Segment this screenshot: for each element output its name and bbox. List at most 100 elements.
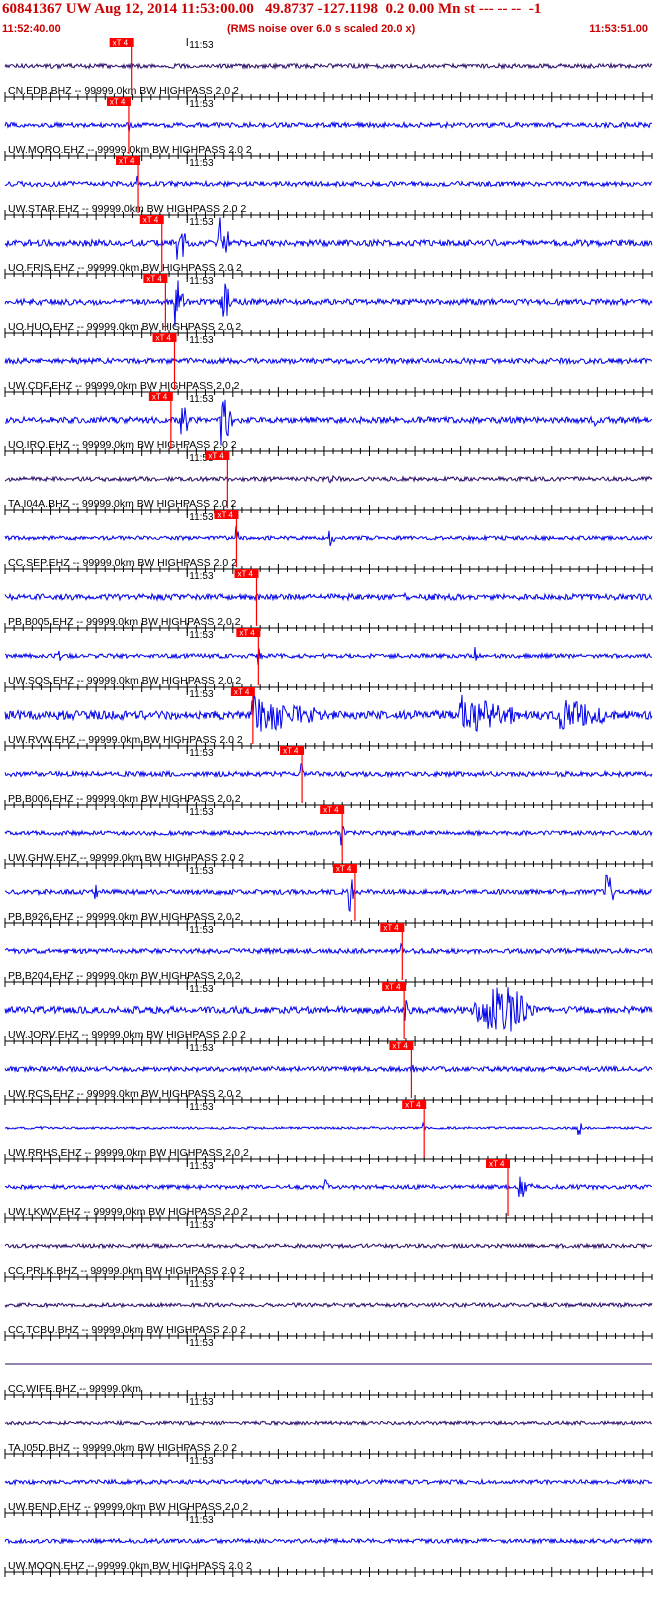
minute-label: 11:53 (189, 1279, 214, 1290)
waveform-trace (4, 474, 653, 484)
pick-label: xT 4 (234, 688, 250, 697)
station-label: PB.B926.EHZ -- 99999.0km BW HIGHPASS 2.0… (8, 911, 241, 923)
minute-label: 11:53 (189, 748, 214, 759)
pick-label: xT 4 (155, 334, 171, 343)
station-label: UW.LKWV.EHZ -- 99999.0km BW HIGHPASS 2.0… (8, 1206, 248, 1218)
station-label: UW.STAR.EHZ -- 99999.0km BW HIGHPASS 2.0… (8, 203, 246, 215)
waveform-trace (4, 61, 653, 71)
minute-label: 11:53 (189, 99, 214, 110)
minute-label: 11:53 (189, 1220, 214, 1231)
waveform-trace (4, 280, 653, 327)
seismogram-plot: 11:53 CN.EDB.BHZ -- 99999.0km BW HIGHPASS… (4, 38, 653, 1577)
pick-label: xT 4 (239, 629, 255, 638)
minute-label: 11:53 (189, 866, 214, 877)
station-label: UW.GHW.EHZ -- 99999.0km BW HIGHPASS 2.0 … (8, 852, 244, 864)
station-label: UW.RRHS.EHZ -- 99999.0km BW HIGHPASS 2.0… (8, 1147, 249, 1159)
station-label: PB.B005.EHZ -- 99999.0km BW HIGHPASS 2.0… (8, 616, 241, 628)
waveform-trace (4, 120, 653, 133)
pick-label: xT 4 (392, 1042, 408, 1051)
pick-label: xT 4 (283, 747, 299, 756)
station-label: UW.MOON.EHZ -- 99999.0km BW HIGHPASS 2.0… (8, 1560, 252, 1572)
minute-label: 11:53 (189, 571, 214, 582)
end-time-label: 11:53:51.00 (589, 23, 648, 35)
minute-label: 11:53 (189, 394, 214, 405)
minute-label: 11:53 (189, 807, 214, 818)
waveform-trace (4, 175, 653, 189)
pick-label: xT 4 (489, 1160, 505, 1169)
waveform-trace (4, 356, 653, 366)
pick-label: xT 4 (385, 983, 401, 992)
waveform-trace (4, 874, 653, 913)
minute-label: 11:53 (189, 1338, 214, 1349)
pick-label: xT 4 (143, 216, 159, 225)
pick-label: xT 4 (383, 924, 399, 933)
waveform-trace (4, 591, 653, 602)
station-label: UO.HUO.EHZ -- 99999.0km BW HIGHPASS 2.0 … (8, 321, 241, 333)
minute-label: 11:53 (189, 512, 214, 523)
waveform-trace (4, 763, 653, 779)
pick-label: xT 4 (336, 865, 352, 874)
waveform-trace (4, 1121, 653, 1135)
minute-label: 11:53 (189, 1397, 214, 1408)
station-label: CC.WIFE.BHZ -- 99999.0km (8, 1383, 141, 1395)
minute-label: 11:53 (189, 925, 214, 936)
minute-label: 11:53 (189, 40, 214, 51)
station-label: UW.BEND.EHZ -- 99999.0km BW HIGHPASS 2.0… (8, 1501, 248, 1513)
waveform-trace (4, 1477, 653, 1487)
minute-label: 11:53 (189, 984, 214, 995)
station-label: CC.SEP.EHZ -- 99999.0km BW HIGHPASS 2.0 … (8, 557, 237, 569)
station-label: PB.B006.EHZ -- 99999.0km BW HIGHPASS 2.0… (8, 793, 241, 805)
pick-label: xT 4 (110, 98, 126, 107)
minute-label: 11:53 (189, 1043, 214, 1054)
minute-label: 11:53 (189, 158, 214, 169)
station-label: UW.RCS.EHZ -- 99999.0km BW HIGHPASS 2.0 … (8, 1088, 241, 1100)
minute-label: 11:53 (189, 217, 214, 228)
waveform-trace (4, 647, 652, 666)
station-label: UW.JORV.EHZ -- 99999.0km BW HIGHPASS 2.0… (8, 1029, 246, 1041)
event-title: 60841367 UW Aug 12, 2014 11:53:00.00 49.… (2, 1, 542, 17)
minute-label: 11:53 (189, 630, 214, 641)
station-label: TA.I05D.BHZ -- 99999.0km BW HIGHPASS 2.0… (8, 1442, 237, 1454)
station-label: TA.I04A.BHZ -- 99999.0km BW HIGHPASS 2.0… (8, 498, 237, 510)
waveform-trace (4, 825, 653, 846)
station-label: UW.MORO.EHZ -- 99999.0km BW HIGHPASS 2.0… (8, 144, 252, 156)
minute-label: 11:53 (189, 335, 214, 346)
station-label: CC.TCBU.BHZ -- 99999.0km BW HIGHPASS 2.0… (8, 1324, 246, 1336)
station-label: UW.RVW.EHZ -- 99999.0km BW HIGHPASS 2.0 … (8, 734, 243, 746)
pick-label: xT 4 (152, 393, 168, 402)
minute-label: 11:53 (189, 689, 214, 700)
pick-label: xT 4 (113, 39, 129, 48)
station-label: PB.B204.EHZ -- 99999.0km BW HIGHPASS 2.0… (8, 970, 241, 982)
pick-label: xT 4 (146, 275, 162, 284)
minute-label: 11:53 (189, 276, 214, 287)
pick-label: xT 4 (217, 511, 233, 520)
pick-label: xT 4 (238, 570, 254, 579)
waveform-trace (4, 526, 653, 547)
rms-note: (RMS noise over 6.0 s scaled 20.0 x) (227, 23, 416, 35)
minute-label: 11:53 (189, 1515, 214, 1526)
pick-label: xT 4 (208, 452, 224, 461)
waveform-trace (4, 987, 653, 1032)
waveform-trace (4, 217, 653, 260)
station-label: UW.SQS.EHZ -- 99999.0km BW HIGHPASS 2.0 … (8, 675, 241, 687)
station-label: UW.CDF.EHZ -- 99999.0km BW HIGHPASS 2.0 … (8, 380, 240, 392)
station-label: CC.PRLK.BHZ -- 99999.0km BW HIGHPASS 2.0… (8, 1265, 245, 1277)
header: 60841367 UW Aug 12, 2014 11:53:00.00 49.… (0, 0, 660, 38)
station-label: UO.IRO.EHZ -- 99999.0km BW HIGHPASS 2.0 … (8, 439, 237, 451)
waveform-trace (4, 1536, 653, 1545)
pick-label: xT 4 (405, 1101, 421, 1110)
pick-label: xT 4 (323, 806, 339, 815)
waveform-trace (4, 1242, 653, 1250)
minute-label: 11:53 (189, 1456, 214, 1467)
waveform-trace (4, 1301, 653, 1309)
waveform-trace (4, 694, 653, 733)
start-time-label: 11:52:40.00 (2, 23, 61, 35)
waveform-trace (4, 1419, 653, 1427)
minute-label: 11:53 (189, 1161, 214, 1172)
minute-label: 11:53 (189, 1102, 214, 1113)
station-label: UO.FRIS.EHZ -- 99999.0km BW HIGHPASS 2.0… (8, 262, 242, 274)
waveform-trace (4, 1176, 653, 1198)
station-label: CN.EDB.BHZ -- 99999.0km BW HIGHPASS 2.0 … (8, 85, 239, 97)
waveform-trace (4, 1064, 653, 1074)
pick-label: xT 4 (119, 157, 135, 166)
